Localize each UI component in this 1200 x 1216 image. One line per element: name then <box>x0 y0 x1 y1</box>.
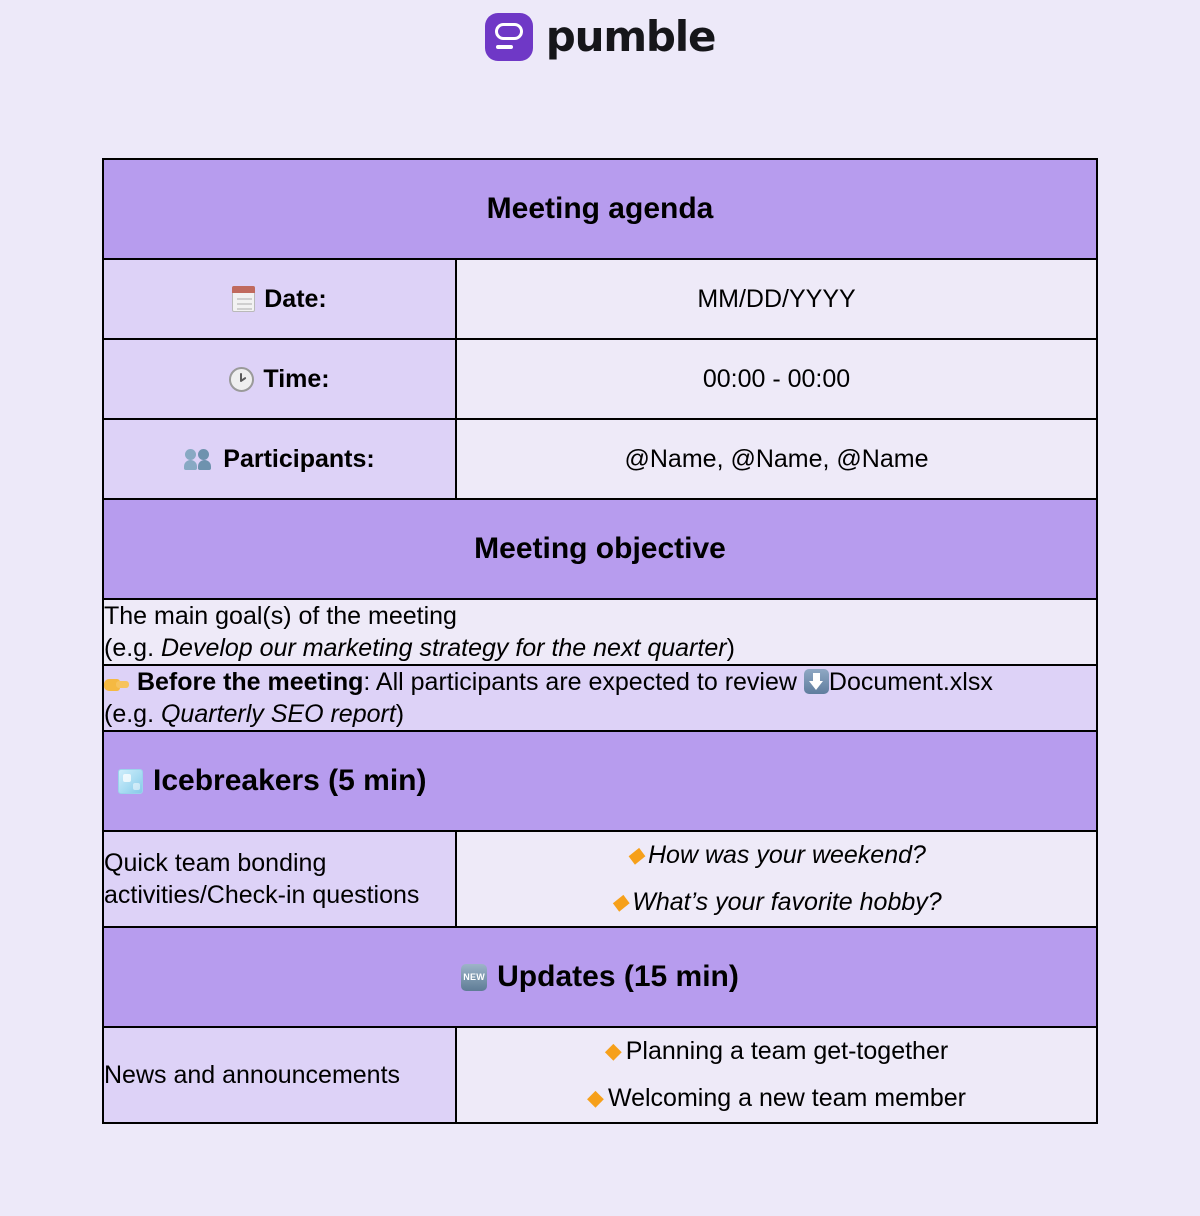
icebreakers-heading-cell: Icebreakers (5 min) <box>102 730 1098 832</box>
time-label: Time: <box>263 364 330 393</box>
ice-cube-icon <box>118 768 143 794</box>
table-row: News and announcements ◆ Planning a team … <box>102 1026 1098 1124</box>
objective-example-suffix: ) <box>726 634 735 662</box>
orange-diamond-icon: ◆ <box>587 1085 604 1110</box>
orange-diamond-icon: ◆ <box>611 889 629 914</box>
orange-diamond-icon: ◆ <box>604 1038 622 1063</box>
table-row: Icebreakers (5 min) <box>102 730 1098 832</box>
before-meeting-text: : All participants are expected to revie… <box>363 668 797 696</box>
table-row: Meeting objective <box>102 498 1098 600</box>
table-row: Before the meeting: All participants are… <box>102 664 1098 732</box>
meeting-objective-heading-cell: Meeting objective <box>102 498 1098 600</box>
participants-value: @Name, @Name, @Name <box>624 444 929 473</box>
date-value: MM/DD/YYYY <box>697 284 856 313</box>
updates-bullets-cell[interactable]: ◆ Planning a team get-together ◆ Welcoming… <box>455 1026 1098 1124</box>
meeting-objective-heading: Meeting objective <box>474 532 726 565</box>
clock-icon <box>229 366 255 392</box>
agenda-table: Meeting agenda Date: MM/DD/YYYY Time: 00… <box>102 158 1098 1124</box>
before-meeting-file-name[interactable]: Document.xlsx <box>829 668 993 696</box>
updates-bullet-1: Planning a team get-together <box>625 1037 949 1065</box>
objective-line-1: The main goal(s) of the meeting <box>104 602 457 630</box>
before-meeting-example-prefix: (e.g. <box>104 700 161 728</box>
meeting-objective-body-cell[interactable]: The main goal(s) of the meeting (e.g. De… <box>102 598 1098 666</box>
date-label: Date: <box>264 284 327 313</box>
brand-name: pumble <box>545 12 717 61</box>
table-row: NEW Updates (15 min) <box>102 926 1098 1028</box>
agenda-title-cell: Meeting agenda <box>102 158 1098 260</box>
objective-line-2: (e.g. Develop our marketing strategy for… <box>104 632 1096 664</box>
objective-example-prefix: (e.g. <box>104 634 161 662</box>
brand-header: pumble <box>0 0 1200 66</box>
objective-example-italic: Develop our marketing strategy for the n… <box>160 634 727 662</box>
date-value-cell[interactable]: MM/DD/YYYY <box>455 258 1098 340</box>
participants-value-cell[interactable]: @Name, @Name, @Name <box>455 418 1098 500</box>
before-meeting-label: Before the meeting <box>136 668 364 696</box>
table-row: Date: MM/DD/YYYY <box>102 258 1098 340</box>
icebreakers-heading: Icebreakers (5 min) <box>153 764 427 797</box>
time-label-cell: Time: <box>102 338 457 420</box>
updates-bullet-2: Welcoming a new team member <box>607 1084 966 1112</box>
time-value: 00:00 - 00:00 <box>702 364 851 393</box>
list-item: ◆ How was your weekend? <box>457 832 1096 879</box>
table-row: The main goal(s) of the meeting (e.g. De… <box>102 598 1098 666</box>
pumble-logo-icon <box>484 13 533 61</box>
icebreakers-bullets-cell[interactable]: ◆ How was your weekend? ◆ What’s your favo… <box>455 830 1098 928</box>
participants-label-cell: Participants: <box>102 418 457 500</box>
icebreaker-bullet-1: How was your weekend? <box>648 841 926 869</box>
before-meeting-example-suffix: ) <box>395 700 405 728</box>
participants-label: Participants: <box>223 444 375 473</box>
download-icon[interactable] <box>803 669 829 694</box>
date-label-cell: Date: <box>102 258 457 340</box>
list-item: ◆ Welcoming a new team member <box>457 1075 1096 1122</box>
icebreakers-description: Quick team bonding activities/Check-in q… <box>104 848 420 910</box>
before-meeting-cell[interactable]: Before the meeting: All participants are… <box>102 664 1098 732</box>
updates-heading-cell: NEW Updates (15 min) <box>102 926 1098 1028</box>
updates-description: News and announcements <box>104 1060 401 1089</box>
time-value-cell[interactable]: 00:00 - 00:00 <box>455 338 1098 420</box>
busts-icon <box>184 448 214 470</box>
table-row: Meeting agenda <box>102 158 1098 260</box>
updates-heading: Updates (15 min) <box>497 960 739 993</box>
notepad-icon <box>232 286 256 312</box>
before-meeting-line-1: Before the meeting: All participants are… <box>104 666 1096 698</box>
table-row: Time: 00:00 - 00:00 <box>102 338 1098 420</box>
table-row: Participants: @Name, @Name, @Name <box>102 418 1098 500</box>
pointing-hand-icon <box>104 674 130 694</box>
icebreaker-bullet-2: What’s your favorite hobby? <box>632 888 942 916</box>
page-title: Meeting agenda <box>486 192 714 225</box>
list-item: ◆ What’s your favorite hobby? <box>457 879 1096 926</box>
table-row: Quick team bonding activities/Check-in q… <box>102 830 1098 928</box>
before-meeting-line-2: (e.g. Quarterly SEO report) <box>104 698 1096 730</box>
icebreakers-description-cell: Quick team bonding activities/Check-in q… <box>102 830 457 928</box>
updates-description-cell: News and announcements <box>102 1026 457 1124</box>
meeting-agenda-template: Meeting agenda Date: MM/DD/YYYY Time: 00… <box>102 66 1098 1124</box>
orange-diamond-icon: ◆ <box>627 842 644 867</box>
new-button-icon: NEW <box>461 963 488 991</box>
before-meeting-example-italic: Quarterly SEO report <box>160 700 396 728</box>
list-item: ◆ Planning a team get-together <box>457 1028 1096 1075</box>
